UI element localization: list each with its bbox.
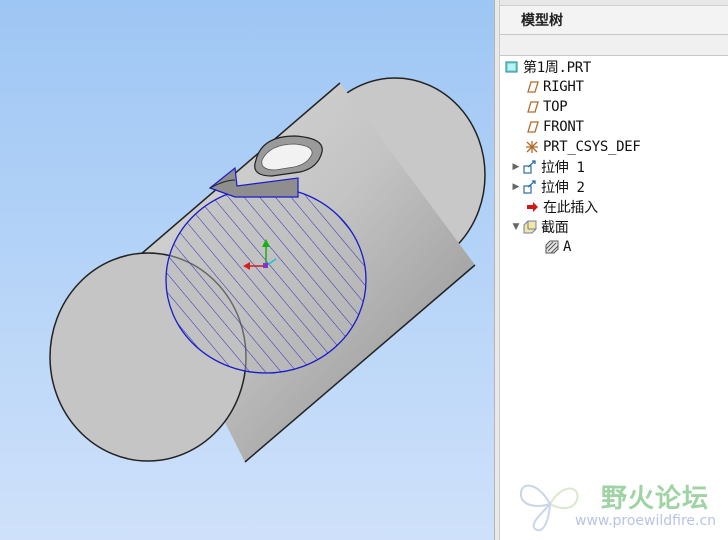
cylinder-model[interactable] [0,0,494,540]
tree-item-label: 拉伸 1 [541,160,585,176]
tree-item-insert-here[interactable]: 在此插入 [524,197,598,217]
header-tab-strip [500,0,728,6]
model-tree-header: 模型树 [500,0,728,34]
tree-item-extrude-2[interactable]: ▶ 拉伸 2 [510,177,585,197]
tree-item-section-a[interactable]: A [544,237,571,257]
tree-item-label: RIGHT [543,79,584,95]
tree-item-label: FRONT [543,119,584,135]
expand-arrow-icon[interactable]: ▶ [510,162,522,172]
part-icon [504,59,520,75]
tree-item-label: 在此插入 [543,200,598,216]
insert-here-arrow-icon [524,199,540,215]
section-folder-icon [522,219,538,235]
model-tree-title: 模型树 [521,13,563,29]
datum-plane-icon [524,119,540,135]
tree-item-front-plane[interactable]: FRONT [524,117,584,137]
cross-section-icon [544,239,560,255]
coordinate-system-icon [524,139,540,155]
forum-watermark: 野火论坛 www.proewildfire.cn [515,470,725,536]
tree-item-label: 第1周.PRT [523,60,592,76]
tree-item-right-plane[interactable]: RIGHT [524,77,584,97]
tree-item-part[interactable]: 第1周.PRT [504,57,591,77]
tree-item-top-plane[interactable]: TOP [524,97,568,117]
expand-arrow-icon[interactable]: ▶ [510,182,522,192]
tree-item-label: 拉伸 2 [541,180,585,196]
watermark-url: www.proewildfire.cn [575,513,717,529]
tree-item-csys[interactable]: PRT_CSYS_DEF [524,137,641,157]
model-tree-panel: 模型树 第1周.PRT RIGHT TOP FRONT PRT_CSYS_DEF… [500,0,728,540]
tree-item-label: PRT_CSYS_DEF [543,139,641,155]
tree-item-sections[interactable]: ▼ 截面 [510,217,569,237]
watermark-title: 野火论坛 [601,484,710,514]
tree-item-extrude-1[interactable]: ▶ 拉伸 1 [510,157,585,177]
model-tree-toolbar[interactable] [500,34,728,56]
collapse-arrow-icon[interactable]: ▼ [510,222,522,232]
tree-item-label: A [563,239,572,255]
extrude-icon [522,179,538,195]
tree-item-label: 截面 [541,220,569,236]
datum-plane-icon [524,99,540,115]
extrude-icon [522,159,538,175]
tree-item-label: TOP [543,99,568,115]
datum-plane-icon [524,79,540,95]
graphics-viewport[interactable] [0,0,494,540]
